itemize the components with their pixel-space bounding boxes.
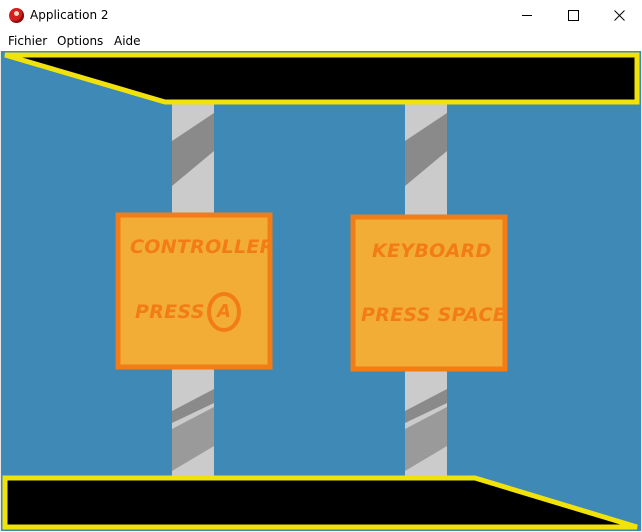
controller-heading: CONTROLLER <box>130 236 275 258</box>
maximize-icon <box>568 10 579 21</box>
menu-bar: Fichier Options Aide <box>0 31 642 51</box>
close-button[interactable] <box>596 0 642 31</box>
close-icon <box>614 10 625 21</box>
application-window: Application 2 Fichier Options Aide CONTR… <box>0 0 642 532</box>
controller-prompt: PRESS <box>135 301 205 323</box>
keyboard-heading: KEYBOARD <box>372 240 492 262</box>
window-border-left <box>0 51 1 532</box>
minimize-icon <box>522 15 532 16</box>
bottom-bar <box>2 475 638 530</box>
maximize-button[interactable] <box>550 0 596 31</box>
title-bar: Application 2 <box>0 0 642 31</box>
menu-item-fichier[interactable]: Fichier <box>8 34 47 48</box>
menu-item-options[interactable]: Options <box>57 34 103 48</box>
top-bar <box>4 52 640 105</box>
game-canvas[interactable]: CONTROLLER PRESS A KEYBOARD PRESS SPACE <box>1 51 641 531</box>
menu-item-aide[interactable]: Aide <box>114 34 141 48</box>
window-title: Application 2 <box>30 8 109 22</box>
app-icon <box>9 8 24 23</box>
game-scene <box>2 52 640 530</box>
minimize-button[interactable] <box>504 0 550 31</box>
a-button-label: A <box>217 301 232 322</box>
keyboard-prompt: PRESS SPACE <box>361 304 507 326</box>
